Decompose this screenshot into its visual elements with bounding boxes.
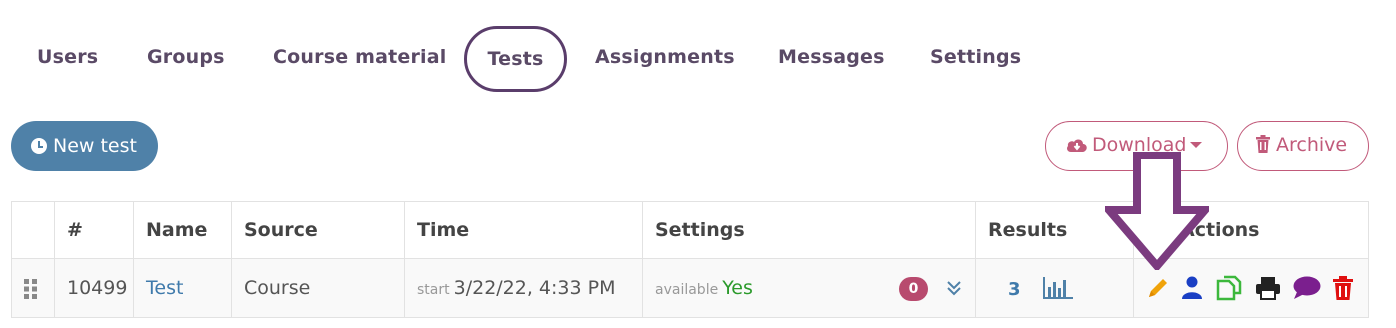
tab-groups[interactable]: Groups <box>147 26 225 88</box>
drag-cell[interactable] <box>11 258 55 318</box>
tab-settings[interactable]: Settings <box>930 26 1021 88</box>
copy-icon[interactable] <box>1216 275 1242 301</box>
row-id: 10499 <box>54 258 134 318</box>
double-chevron-down-icon[interactable] <box>947 280 961 296</box>
row-source: Course <box>231 258 405 318</box>
archive-label: Archive <box>1276 134 1348 156</box>
tab-course-material[interactable]: Course material <box>273 26 447 88</box>
tab-assignments[interactable]: Assignments <box>595 26 735 88</box>
header-source[interactable]: Source <box>231 201 405 259</box>
pencil-icon[interactable] <box>1146 276 1170 300</box>
tab-messages[interactable]: Messages <box>778 26 885 88</box>
header-hash: # <box>54 201 134 259</box>
cloud-download-icon <box>1067 139 1087 152</box>
archive-button[interactable]: Archive <box>1237 121 1369 171</box>
row-name-link[interactable]: Test <box>146 277 183 299</box>
user-icon[interactable] <box>1182 276 1203 300</box>
caret-down-icon <box>1190 142 1203 148</box>
results-count[interactable]: 3 <box>1008 279 1021 300</box>
row-time-cell: start 3/22/22, 4:33 PM <box>404 258 643 318</box>
new-test-label: New test <box>53 135 137 157</box>
settings-prefix: available <box>655 282 719 298</box>
tab-users[interactable]: Users <box>37 26 98 88</box>
bar-chart-icon[interactable] <box>1042 276 1073 299</box>
settings-value: Yes <box>722 277 753 299</box>
count-badge[interactable]: 0 <box>899 277 928 301</box>
header-name[interactable]: Name <box>133 201 232 259</box>
nav-tabs: Users Groups Course material Tests Assig… <box>0 26 1396 92</box>
header-drag <box>11 201 55 259</box>
time-prefix: start <box>417 282 450 298</box>
drag-handle-icon[interactable] <box>24 278 38 299</box>
tab-tests[interactable]: Tests <box>464 26 567 92</box>
clock-icon <box>31 138 47 154</box>
header-time[interactable]: Time <box>404 201 643 259</box>
header-settings: Settings <box>642 201 976 259</box>
down-arrow-annotation <box>1105 152 1209 270</box>
time-value: 3/22/22, 4:33 PM <box>453 277 616 299</box>
trash-icon[interactable] <box>1333 276 1354 300</box>
comment-icon[interactable] <box>1293 276 1321 300</box>
print-icon[interactable] <box>1256 276 1281 300</box>
row-settings-cell: available Yes 0 <box>642 258 976 318</box>
new-test-button[interactable]: New test <box>11 121 158 171</box>
trash-icon <box>1256 135 1270 153</box>
